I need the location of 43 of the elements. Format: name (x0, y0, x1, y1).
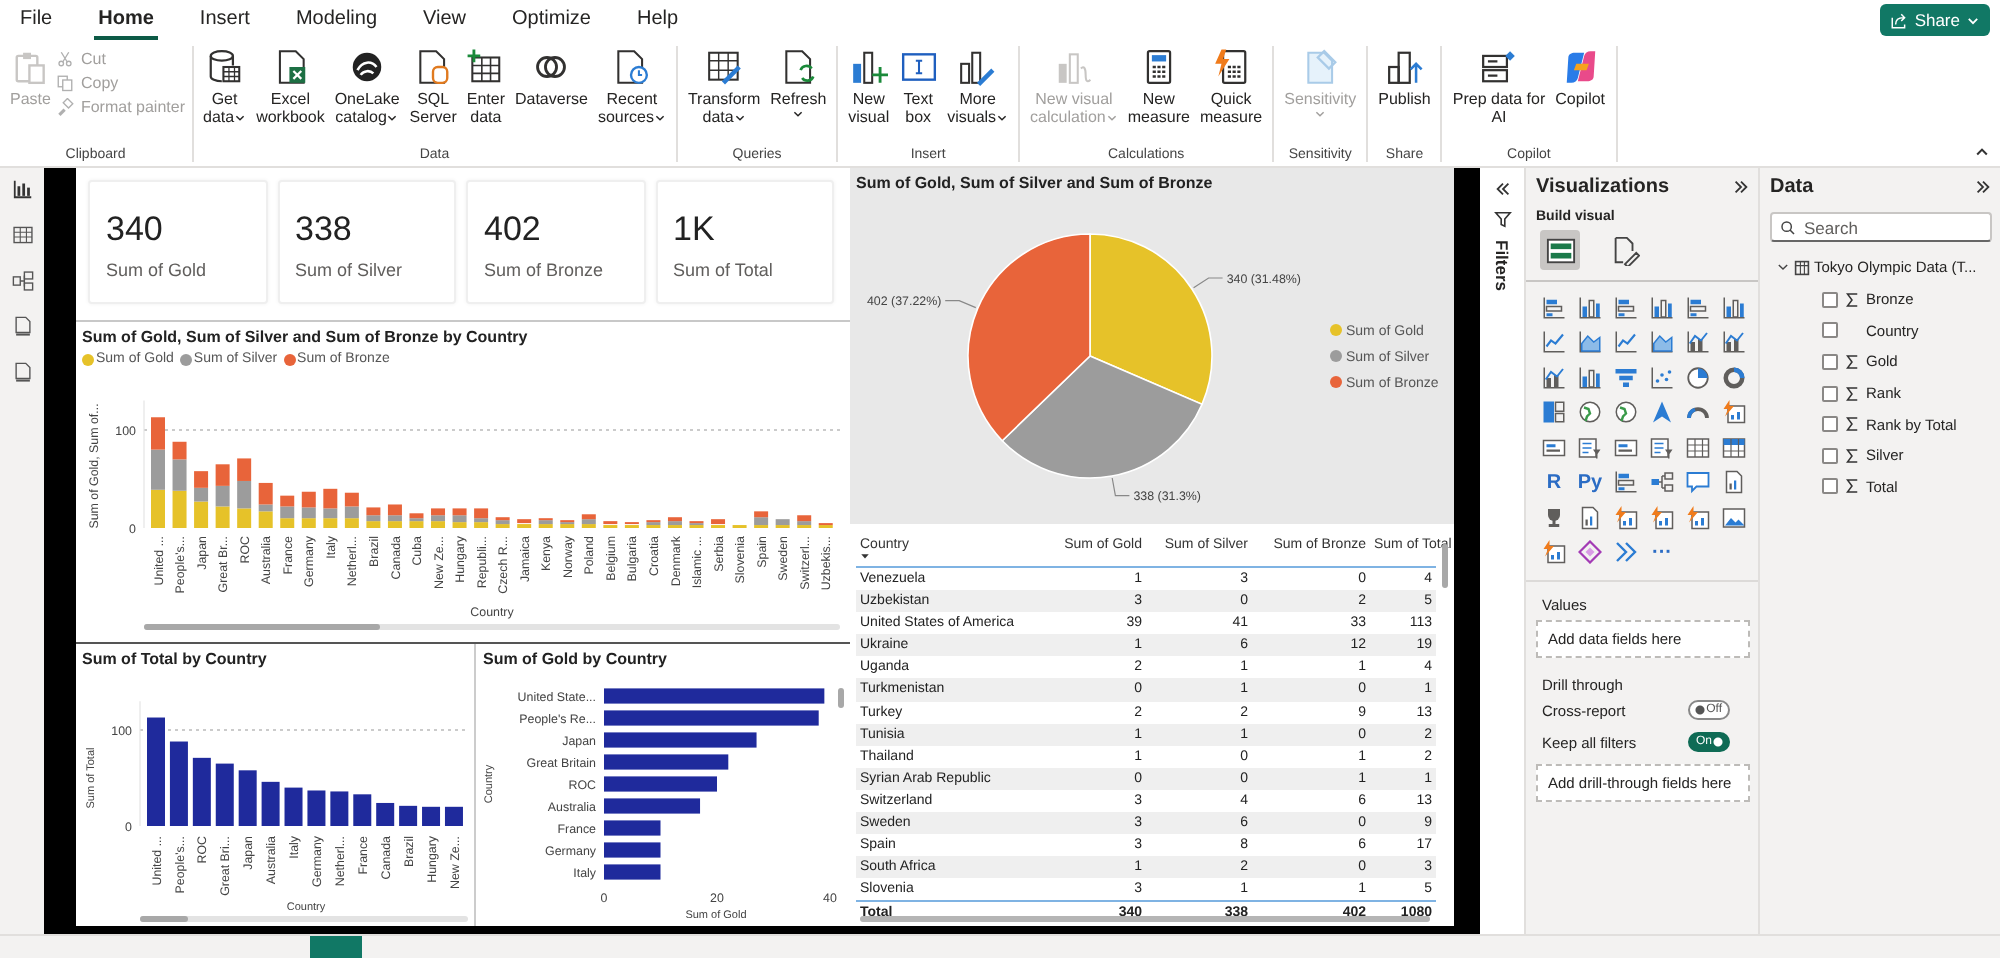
menu-tab[interactable]: File (16, 1, 57, 39)
ribbon-button[interactable]: Copilot (1551, 46, 1610, 110)
menu-tab[interactable]: View (419, 1, 471, 39)
ribbon-button[interactable]: More visuals (943, 46, 1013, 128)
chart-title: Sum of Total by Country (80, 648, 269, 668)
ribbon-button[interactable]: New measure (1123, 46, 1194, 128)
ribbon-button[interactable]: Get data (199, 46, 251, 128)
ribbon-button[interactable]: Prep data for AI (1448, 46, 1550, 128)
ribbon-button[interactable]: Transform data (683, 46, 765, 128)
card-value: 402 (484, 210, 543, 250)
pane-label[interactable]: Filters (1492, 240, 1512, 292)
chart-title: Sum of Gold, Sum of Silver and Sum of Bronze by Country (80, 326, 530, 346)
ribbon-button[interactable]: OneLake catalog (330, 46, 404, 128)
ribbon-button[interactable]: Refresh (766, 46, 831, 122)
share-button[interactable]: Share (1880, 4, 1990, 36)
card-value: 1K (673, 210, 717, 250)
ribbon-button[interactable]: Dataverse (510, 46, 592, 110)
card-label: Sum of Bronze (484, 260, 606, 280)
pane-title: Data (1770, 176, 1814, 198)
menu-tab[interactable]: Insert (195, 1, 254, 39)
menu-tab[interactable]: Help (632, 1, 683, 39)
chart-title: Sum of Gold by Country (480, 648, 669, 668)
pane-title: Visualizations (1536, 176, 1670, 198)
search-field[interactable]: Search (1770, 212, 1992, 242)
visual-type-button[interactable]: R (1536, 465, 1572, 500)
ribbon-button[interactable]: Enter data (462, 46, 509, 128)
chart-title: Sum of Gold, Sum of Silver and Sum of Bronze (854, 172, 1215, 192)
ribbon-button[interactable]: Recent sources (593, 46, 670, 128)
visual-type-button[interactable]: ··· (1644, 535, 1680, 570)
ribbon-button[interactable]: Quick measure (1195, 46, 1267, 128)
ribbon-button[interactable]: Publish (1374, 46, 1435, 110)
ribbon-button[interactable]: Excel workbook (252, 46, 329, 128)
ribbon-button[interactable]: Text box (895, 46, 942, 128)
menu-tab[interactable]: Optimize (508, 1, 595, 39)
visual-type-button[interactable]: Py (1572, 465, 1608, 500)
card-label: Sum of Gold (106, 260, 209, 280)
ribbon-button[interactable]: New visual (844, 46, 894, 128)
card-value: 338 (295, 210, 354, 250)
ribbon-button[interactable]: SQL Server (405, 46, 461, 128)
card-label: Sum of Total (673, 260, 775, 280)
card-label: Sum of Silver (295, 260, 405, 280)
card-value: 340 (106, 210, 165, 250)
menu-tab[interactable]: Modeling (291, 1, 382, 39)
